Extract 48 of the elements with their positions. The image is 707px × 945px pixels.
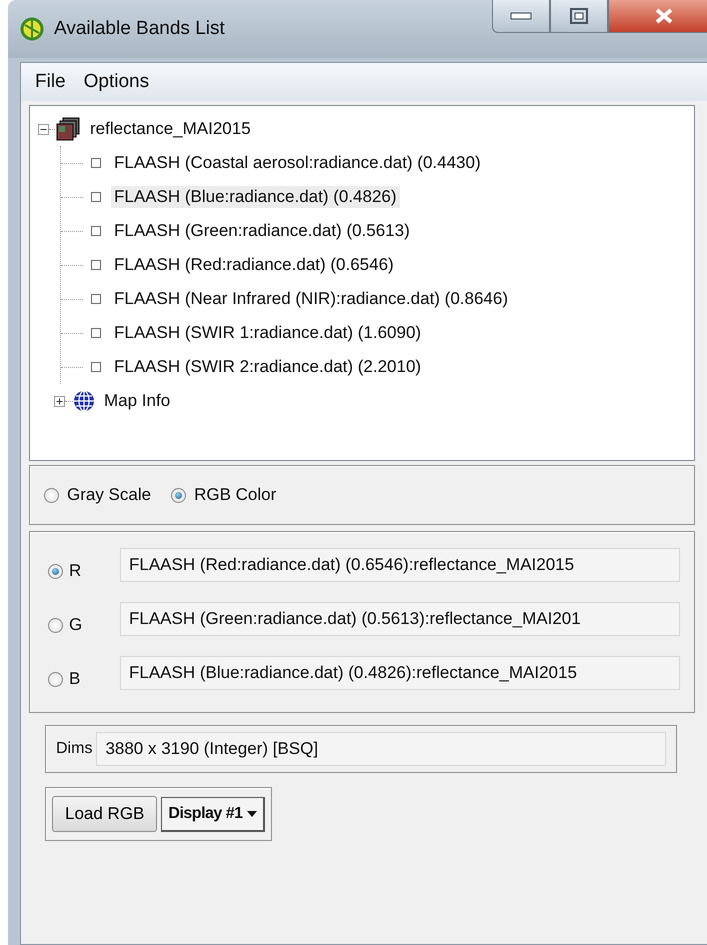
band-icon — [91, 226, 101, 236]
dims-label: Dims — [56, 740, 92, 758]
radio-button[interactable] — [44, 488, 59, 502]
tree-item[interactable]: reflectance_MAI2015 — [87, 118, 254, 140]
load-rgb-button[interactable]: Load RGB — [52, 796, 158, 832]
radio-label[interactable]: B — [69, 669, 80, 689]
tree-item[interactable]: FLAASH (SWIR 1:radiance.dat) (1.6090) — [111, 322, 424, 344]
minimize-icon — [510, 12, 532, 20]
tree-item[interactable]: FLAASH (Red:radiance.dat) (0.6546) — [111, 254, 397, 276]
display-dropdown[interactable]: Display #1 — [161, 796, 265, 832]
tree-item[interactable]: FLAASH (Coastal aerosol:radiance.dat) (0.4430) — [111, 152, 484, 174]
maximize-button[interactable] — [550, 0, 608, 33]
band-icon — [91, 158, 101, 168]
tree-item[interactable]: FLAASH (Green:radiance.dat) (0.5613) — [111, 220, 413, 242]
menu-item[interactable]: File — [29, 69, 72, 95]
caret-icon — [246, 810, 257, 816]
raster-stack-icon — [55, 117, 81, 141]
radio-label[interactable]: R — [69, 561, 82, 581]
window-title: Available Bands List — [54, 18, 226, 40]
radio-label[interactable]: Gray Scale — [67, 485, 152, 505]
expand-icon[interactable] — [54, 396, 65, 406]
globe-icon — [73, 390, 95, 412]
band-field: FLAASH (Red:radiance.dat) (0.6546):reflectance_MAI2015 — [120, 548, 680, 582]
maximize-icon — [570, 8, 588, 24]
band-icon — [91, 294, 101, 304]
radio-button[interactable] — [48, 672, 63, 686]
band-icon — [91, 260, 101, 270]
radio-label[interactable]: G — [69, 615, 82, 635]
dims-field: 3880 x 3190 (Integer) [BSQ] — [96, 732, 666, 766]
band-field: FLAASH (Blue:radiance.dat) (0.4826):reflectance_MAI2015 — [120, 656, 680, 690]
tree-item[interactable]: FLAASH (Blue:radiance.dat) (0.4826) — [111, 186, 400, 208]
radio-button[interactable] — [48, 564, 63, 578]
tree-item[interactable]: Map Info — [101, 390, 174, 412]
app-logo-icon — [20, 17, 44, 41]
close-icon — [654, 8, 674, 24]
band-icon — [91, 192, 101, 202]
tree-item[interactable]: FLAASH (Near Infrared (NIR):radiance.dat) (0.8646) — [111, 288, 511, 310]
minimize-button[interactable] — [492, 0, 550, 33]
collapse-icon[interactable] — [38, 124, 49, 134]
band-icon — [91, 362, 101, 372]
radio-button[interactable] — [171, 488, 186, 502]
band-icon — [91, 328, 101, 338]
radio-label[interactable]: RGB Color — [194, 485, 276, 505]
menu-item[interactable]: Options — [78, 69, 156, 95]
close-button[interactable] — [608, 0, 707, 33]
band-field: FLAASH (Green:radiance.dat) (0.5613):reflectance_MAI201 — [120, 602, 680, 636]
tree-item[interactable]: FLAASH (SWIR 2:radiance.dat) (2.2010) — [111, 356, 424, 378]
radio-button[interactable] — [48, 618, 63, 632]
